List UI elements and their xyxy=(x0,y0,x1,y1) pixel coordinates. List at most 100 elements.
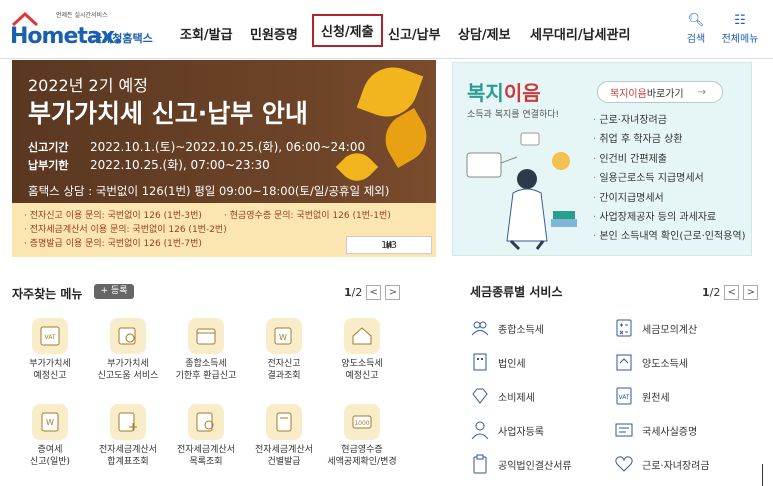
logo-subtitle: 국세청홈택스 xyxy=(92,32,153,45)
note-item: · 전자신고 이용 문의: 국번없이 126 (1번-3번) xyxy=(24,211,202,221)
nav-consult-report[interactable]: 상담/제보 xyxy=(458,24,511,43)
won-doc-icon: VAT xyxy=(616,387,632,405)
svc-tax-certificate[interactable]: 국세사실증명 xyxy=(614,420,697,440)
house-doc-icon xyxy=(616,354,632,371)
menu-einvoice-summary[interactable]: 전자세금계산서 합계표조회 xyxy=(90,404,166,468)
menu-label: 증여세 신고(일반) xyxy=(29,445,71,467)
menu-vat-help[interactable]: 부가가치세 신고도움 서비스 xyxy=(90,318,166,382)
banner-notes: · 전자신고 이용 문의: 국번없이 126 (1번-3번) · 현금영수증 문… xyxy=(12,203,436,257)
period-label: 신고기간 xyxy=(28,141,69,154)
welfare-promo[interactable]: 복지이음 소득과 복지를 연결하다! 복지이음 바로가기 → 근로·자녀장려금 취… xyxy=(452,62,752,256)
doc-plus-icon xyxy=(110,404,146,440)
next-button[interactable]: > xyxy=(385,240,393,251)
vat-doc-icon: VAT xyxy=(32,318,68,354)
heart-icon xyxy=(615,456,633,472)
header-divider xyxy=(0,58,773,59)
search-icon: 🔍︎ xyxy=(687,13,705,28)
menu-einvoice-list[interactable]: 전자세금계산서 목록조회 xyxy=(168,404,244,468)
people-icon xyxy=(471,321,489,336)
note-item: · 증명발급 이용 문의: 국번없이 126 (1번-7번) xyxy=(24,239,202,249)
search-button[interactable]: 🔍︎ 검색 xyxy=(676,13,716,46)
menu-einvoice-issue[interactable]: 전자세금계산서 건별발급 xyxy=(246,404,322,468)
menu-vat-preliminary[interactable]: VAT 부가가치세 예정신고 xyxy=(12,318,88,382)
header: 언제든 실시간서비스 Hometax. 국세청홈택스 조회/발급 민원증명 신청… xyxy=(0,0,773,58)
certificate-icon xyxy=(615,423,633,437)
building-icon xyxy=(473,353,487,371)
vat-banner[interactable]: 2022년 2기 예정 부가가치세 신고·납부 안내 신고기간 2022.10.1… xyxy=(12,60,436,257)
svc-corporate[interactable]: 법인세 xyxy=(470,352,526,372)
svc-label: 국세사실증명 xyxy=(642,426,698,438)
deadline-value: 2022.10.25.(화), 07:00~23:30 xyxy=(90,158,270,172)
hometax-logo[interactable]: 언제든 실시간서비스 Hometax. 국세청홈택스 xyxy=(10,10,160,50)
menu-cash-receipt[interactable]: 1000 현금영수증 세액공제확인/변경 xyxy=(324,404,400,468)
banner-title: 부가가치세 신고·납부 안내 xyxy=(28,99,308,128)
nav-application[interactable]: 신청/제출 xyxy=(312,14,383,47)
grid-icon: ☷ xyxy=(734,13,746,28)
calculator-icon xyxy=(616,319,632,337)
promo-item[interactable]: 일용근로소득 지급명세서 xyxy=(593,169,746,188)
promo-item[interactable]: 사업장제공자 등의 과세자료 xyxy=(593,208,746,227)
svc-transfer-income[interactable]: 양도소득세 xyxy=(614,352,688,372)
favorites-page: 1/2 xyxy=(344,286,362,299)
svg-text:1000: 1000 xyxy=(354,420,369,427)
svg-text:VAT: VAT xyxy=(618,394,629,401)
calculator-icon xyxy=(266,404,302,440)
prev-page-button[interactable]: < xyxy=(366,285,382,300)
promo-title: 복지이음 xyxy=(467,77,541,106)
add-favorite-button[interactable]: + 등록 xyxy=(94,284,134,299)
page-current: 1 xyxy=(702,286,710,299)
prev-page-button[interactable]: < xyxy=(724,285,740,300)
note-item: · 전자세금계산서 이용 문의: 국번없이 126 (1번-2번) xyxy=(24,225,227,235)
favorites-title: 자주찾는 메뉴 xyxy=(12,287,83,301)
promo-go-button[interactable]: 복지이음 바로가기 → xyxy=(597,81,723,103)
promo-item[interactable]: 본인 소득내역 확인(근로·인적용역) xyxy=(593,227,745,246)
deadline-label: 납부기한 xyxy=(28,159,69,172)
svc-consumption[interactable]: 소비제세 xyxy=(470,386,535,406)
nav-tax-agent[interactable]: 세무대리/납세관리 xyxy=(530,24,630,43)
menu-label: 전자세금계산서 합계표조회 xyxy=(99,445,157,467)
menu-label: 현금영수증 세액공제확인/변경 xyxy=(327,445,397,467)
svc-label: 법인세 xyxy=(498,358,526,370)
svc-withholding[interactable]: VAT 원천세 xyxy=(614,386,670,406)
nav-certificate[interactable]: 민원증명 xyxy=(250,24,298,43)
person-icon xyxy=(471,421,489,440)
doc-search-icon xyxy=(188,404,224,440)
go-highlight: 복지이음 xyxy=(610,88,647,100)
svg-text:W: W xyxy=(46,418,54,427)
nav-inquiry[interactable]: 조회/발급 xyxy=(180,24,233,43)
menu-transfer-preliminary[interactable]: 양도소득세 예정신고 xyxy=(324,318,400,382)
next-page-button[interactable]: > xyxy=(385,285,401,300)
person-illustration xyxy=(466,132,577,251)
svc-comprehensive-income[interactable]: 종합소득세 xyxy=(470,318,544,338)
menu-label: 부가가치세 신고도움 서비스 xyxy=(97,359,159,381)
menu-income-refund[interactable]: 종합소득세 기한후 환급신고 xyxy=(168,318,244,382)
doc-search-icon xyxy=(110,318,146,354)
page-total: /2 xyxy=(709,286,721,299)
promo-item[interactable]: 간이지급명세서 xyxy=(593,189,746,208)
svc-business-registration[interactable]: 사업자등록 xyxy=(470,420,544,440)
promo-item[interactable]: 근로·자녀장려금 xyxy=(593,111,746,130)
menu-gift-tax[interactable]: W 증여세 신고(일반) xyxy=(12,404,88,468)
page-total: /2 xyxy=(351,286,363,299)
svc-public-interest[interactable]: 공익법인결산서류 xyxy=(470,454,572,474)
svg-text:W: W xyxy=(279,333,287,342)
menu-efiling-result[interactable]: W 전자신고 결과조회 xyxy=(246,318,322,382)
banner-pager: 1/3 < II > xyxy=(346,236,432,254)
svc-earned-income-credit[interactable]: 근로·자녀장려금 xyxy=(614,454,710,474)
divider xyxy=(762,464,763,486)
ginkgo-leaf-decoration xyxy=(375,107,436,169)
menu-label: 종합소득세 기한후 환급신고 xyxy=(175,359,237,381)
svc-label: 세금모의계산 xyxy=(642,324,698,336)
menu-label: 전자세금계산서 건별발급 xyxy=(255,445,313,467)
svc-tax-simulation[interactable]: 세금모의계산 xyxy=(614,318,697,338)
favorites-pager: 1/2 < > xyxy=(344,285,401,300)
promo-item[interactable]: 취업 후 학자금 상환 xyxy=(593,130,746,149)
won-doc-icon: W xyxy=(32,404,68,440)
menu-label: 전자세금계산서 목록조회 xyxy=(177,445,235,467)
nav-filing-payment[interactable]: 신고/납부 xyxy=(388,24,441,43)
next-page-button[interactable]: > xyxy=(743,285,759,300)
svc-label: 공익법인결산서류 xyxy=(498,460,572,472)
promo-item[interactable]: 인건비 간편제출 xyxy=(593,150,746,169)
all-menu-button[interactable]: ☷ 전체메뉴 xyxy=(720,13,760,46)
promo-list: 근로·자녀장려금 취업 후 학자금 상환 인건비 간편제출 일용근로소득 지급명… xyxy=(593,111,746,247)
